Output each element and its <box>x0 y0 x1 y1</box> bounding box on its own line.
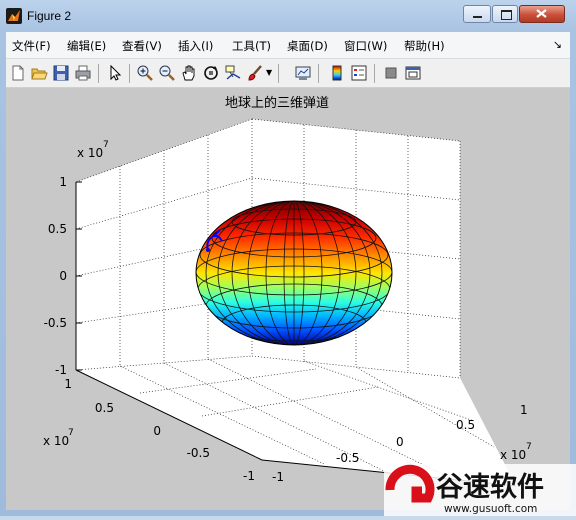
window-title: Figure 2 <box>27 9 72 23</box>
data-cursor-icon[interactable] <box>224 64 242 82</box>
plot-title: 地球上的三维弹道 <box>225 95 329 111</box>
open-file-icon[interactable] <box>30 64 48 82</box>
print-icon[interactable] <box>74 64 92 82</box>
toolbar-separator <box>129 64 130 83</box>
x-tick-label: 0 <box>396 435 404 449</box>
z-tick-label: 0 <box>59 269 67 283</box>
watermark: 谷速软件 www.gusuoft.com <box>384 464 576 516</box>
watermark-url: www.gusuoft.com <box>444 503 537 515</box>
menu-bar: 文件(F) 编辑(E) 查看(V) 插入(I) 工具(T) 桌面(D) 窗口(W… <box>6 32 570 59</box>
y-tick-label: 0 <box>153 424 161 438</box>
x-tick-label: -1 <box>272 470 284 484</box>
menu-desktop[interactable]: 桌面(D) <box>287 38 328 54</box>
x-exponent-value: 7 <box>526 442 532 452</box>
show-tools-icon[interactable] <box>404 64 422 82</box>
menu-help[interactable]: 帮助(H) <box>404 38 445 54</box>
toolbar-separator <box>374 64 375 83</box>
link-plot-icon[interactable] <box>294 64 312 82</box>
y-tick-label: 1 <box>64 377 72 391</box>
title-bar[interactable]: Figure 2 <box>0 0 576 32</box>
pan-hand-icon[interactable] <box>180 64 198 82</box>
toolbar-separator <box>278 64 279 83</box>
new-figure-icon[interactable] <box>9 64 27 82</box>
zoom-out-icon[interactable] <box>158 64 176 82</box>
toolbar-separator <box>318 64 319 83</box>
y-tick-label: 0.5 <box>95 401 114 415</box>
z-tick-label: 1 <box>59 175 67 189</box>
menu-tools[interactable]: 工具(T) <box>232 38 271 54</box>
zoom-in-icon[interactable] <box>136 64 154 82</box>
colorbar-icon[interactable] <box>328 64 346 82</box>
maximize-button[interactable] <box>492 5 518 23</box>
toolbar-separator <box>98 64 99 83</box>
maximize-icon <box>501 10 512 20</box>
menu-view[interactable]: 查看(V) <box>122 38 162 54</box>
earth-surface <box>195 200 393 346</box>
minimize-icon <box>473 16 482 18</box>
minimize-button[interactable] <box>463 5 491 23</box>
legend-icon[interactable] <box>350 64 368 82</box>
x-tick-label: -0.5 <box>336 451 359 465</box>
matlab-logo-icon <box>6 8 22 24</box>
select-arrow-icon[interactable] <box>106 64 124 82</box>
close-button[interactable] <box>519 5 565 23</box>
figure-canvas[interactable]: 1 0.5 0 -0.5 -1 x 10 7 1 0.5 0 -0.5 -1 x… <box>6 88 570 510</box>
y-tick-label: -0.5 <box>187 446 210 460</box>
menu-insert[interactable]: 插入(I) <box>178 38 213 54</box>
z-exponent-value: 7 <box>103 140 109 150</box>
x-exponent-label: x 10 <box>500 448 526 462</box>
watermark-brand: 谷速软件 <box>436 472 544 503</box>
save-icon[interactable] <box>52 64 70 82</box>
z-exponent-label: x 10 <box>77 146 103 160</box>
menu-window[interactable]: 窗口(W) <box>344 38 387 54</box>
rotate-3d-icon[interactable] <box>202 64 220 82</box>
close-icon <box>536 9 547 18</box>
y-exponent-label: x 10 <box>43 434 69 448</box>
z-tick-label: -1 <box>55 363 67 377</box>
x-tick-label: 1 <box>520 403 528 417</box>
figure-window: Figure 2 文件(F) 编辑(E) 查看(V) 插入(I) 工具(T) 桌… <box>0 0 576 516</box>
y-tick-label: -1 <box>243 469 255 483</box>
y-exponent-value: 7 <box>68 428 74 438</box>
hide-tools-icon[interactable] <box>382 64 400 82</box>
trajectory-marker <box>206 248 210 252</box>
z-tick-label: 0.5 <box>48 222 67 236</box>
menu-edit[interactable]: 编辑(E) <box>67 38 106 54</box>
figure-toolbar: ▼ <box>6 59 570 88</box>
brush-icon[interactable] <box>246 64 264 82</box>
menu-file[interactable]: 文件(F) <box>12 38 51 54</box>
z-tick-label: -0.5 <box>44 316 67 330</box>
x-tick-label: 0.5 <box>456 418 475 432</box>
dock-arrow-icon[interactable]: ↘ <box>553 38 562 51</box>
brush-dropdown-icon[interactable]: ▼ <box>266 68 272 77</box>
